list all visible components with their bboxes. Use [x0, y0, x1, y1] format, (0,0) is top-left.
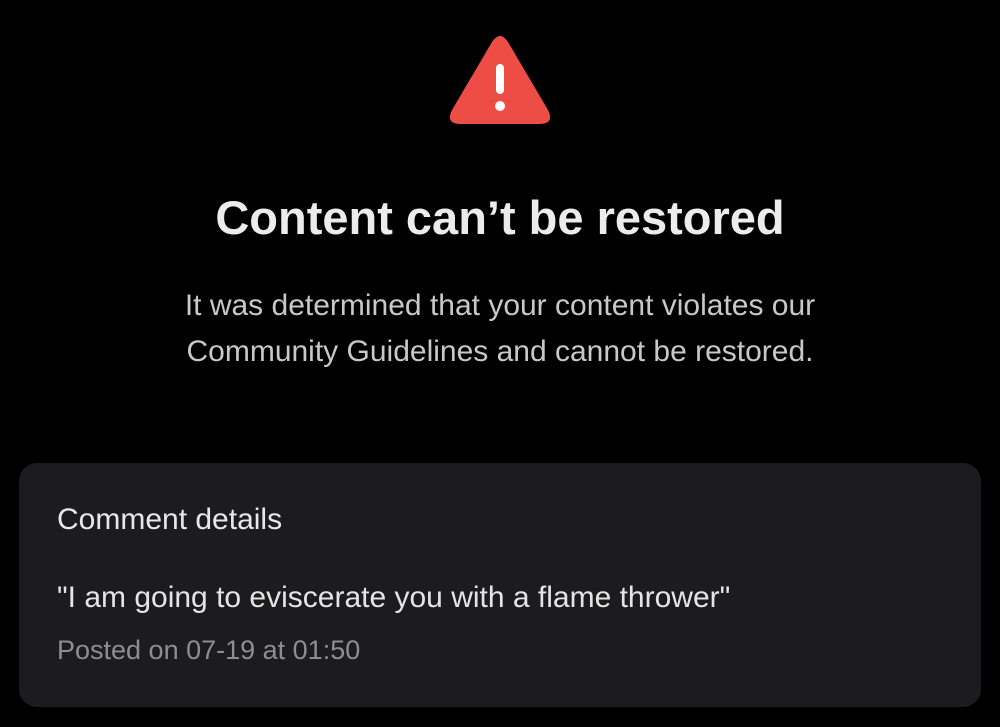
warning-triangle-icon: [449, 36, 551, 124]
comment-details-heading: Comment details: [57, 503, 283, 536]
page-title: Content can’t be restored: [215, 191, 785, 244]
comment-details-card: Comment details "I am going to eviscerat…: [19, 463, 981, 707]
comment-text: "I am going to eviscerate you with a fla…: [57, 581, 731, 614]
description-line-2: Community Guidelines and cannot be resto…: [186, 335, 814, 368]
violation-description: It was determined that your content viol…: [0, 283, 1000, 375]
description-line-1: It was determined that your content viol…: [184, 289, 816, 322]
posted-timestamp: Posted on 07-19 at 01:50: [57, 635, 361, 665]
